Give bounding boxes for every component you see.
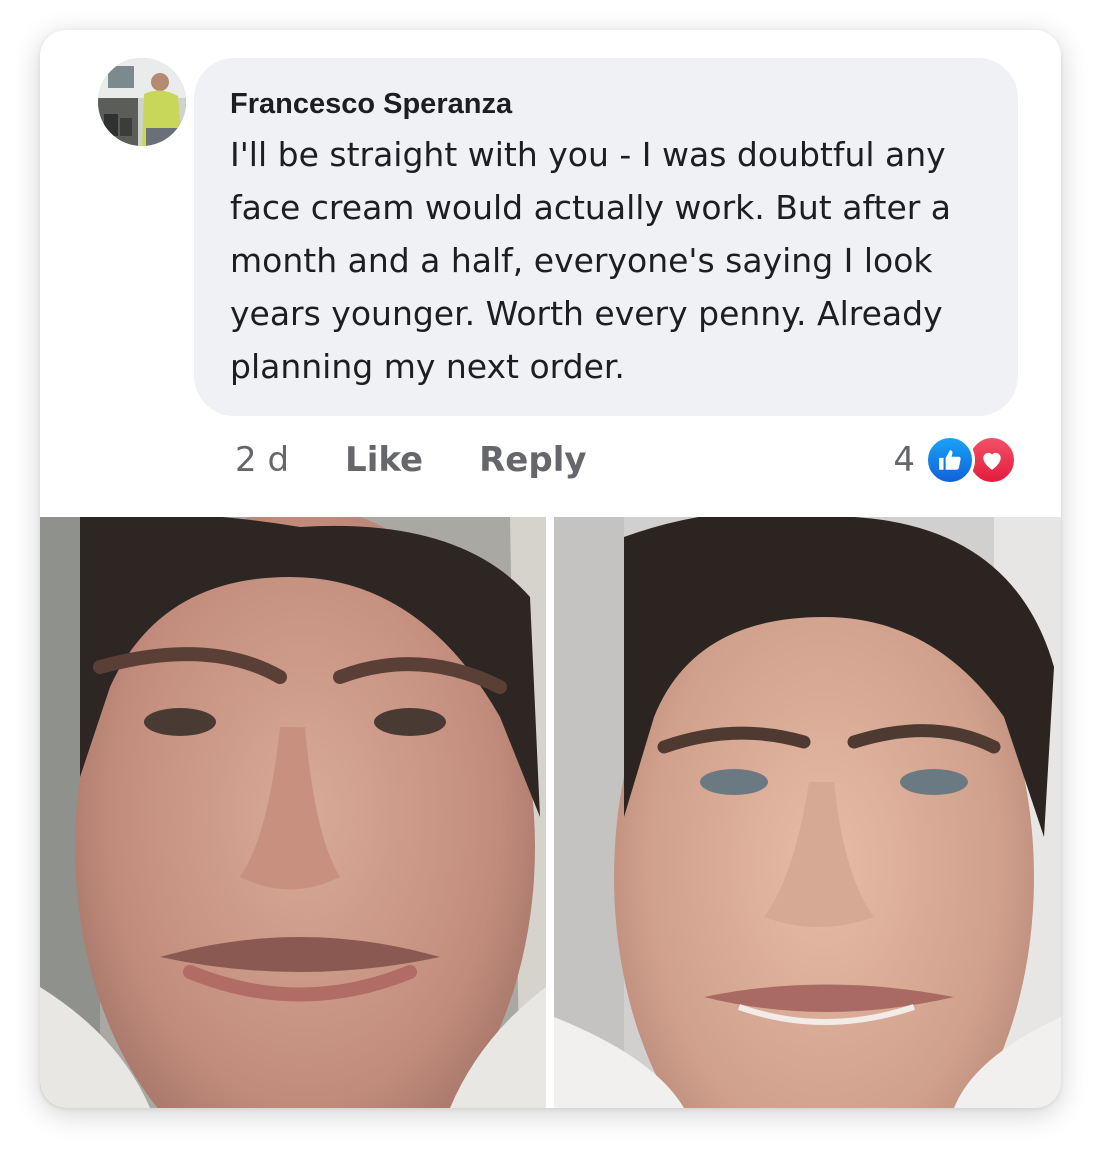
like-button[interactable]: Like: [345, 440, 423, 480]
after-photo[interactable]: [554, 517, 1061, 1108]
timestamp[interactable]: 2 d: [235, 440, 289, 480]
comment-card: Francesco Speranza I'll be straight with…: [40, 30, 1061, 1108]
comment-actions: 2 d Like Reply: [235, 434, 643, 486]
before-photo[interactable]: [40, 517, 546, 1108]
comment-text: I'll be straight with you - I was doubtf…: [230, 135, 952, 386]
reply-button[interactable]: Reply: [479, 440, 586, 480]
reactions-summary[interactable]: 4: [893, 434, 1017, 486]
face-photo-before: [40, 517, 546, 1108]
avatar-image: [98, 58, 186, 146]
face-photo-after: [554, 517, 1061, 1108]
avatar[interactable]: [98, 58, 186, 146]
comment-bubble: Francesco Speranza I'll be straight with…: [194, 58, 1018, 416]
reaction-count: 4: [893, 440, 915, 480]
like-icon: [925, 435, 975, 485]
attached-photos: [40, 517, 1061, 1108]
author-name[interactable]: Francesco Speranza: [230, 86, 988, 122]
